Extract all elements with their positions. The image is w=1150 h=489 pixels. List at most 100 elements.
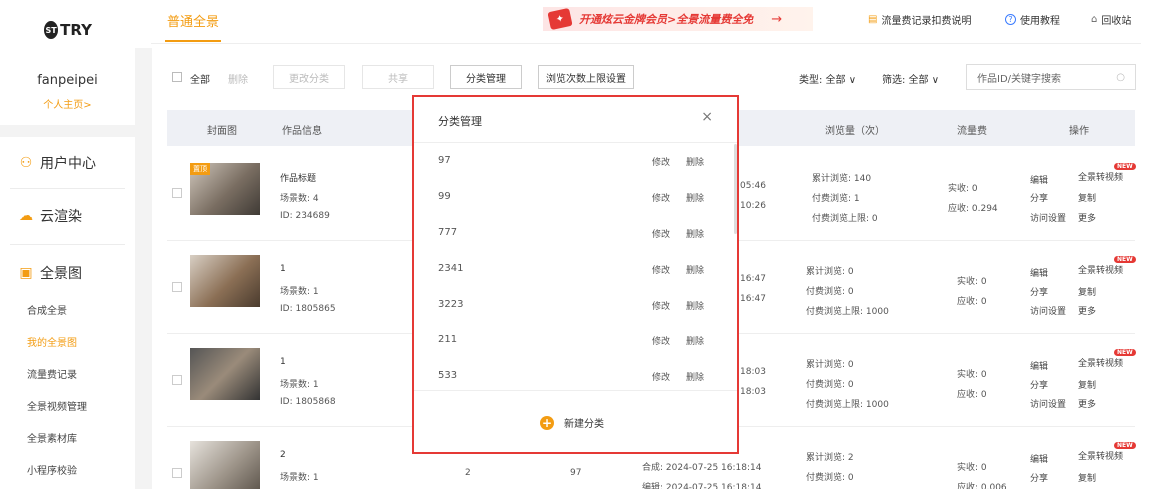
row-title: 2 [280,450,286,460]
row-scenes: 场景数: 4 [280,194,319,204]
new-category-button[interactable]: + 新建分类 [540,415,604,430]
to-video-link[interactable]: 全景转视频 [1078,356,1123,369]
topbar: 普通全景 ✦ 开通炫云金牌会员>全景流量费全免 → ▤ 流量费记录扣费说明 ? … [135,0,1150,48]
category-edit-button[interactable]: 修改 [652,155,670,168]
link-label: 流量费记录扣费说明 [881,16,972,27]
chevron-down-icon: ∨ [931,75,940,86]
dialog-scrollbar[interactable] [734,144,737,234]
category-delete-button[interactable]: 删除 [686,334,704,347]
copy-link[interactable]: 复制 [1078,191,1096,204]
category-name: 99 [438,191,451,202]
tutorial-link[interactable]: ? 使用教程 [1005,12,1060,27]
edit-link[interactable]: 编辑 [1030,173,1048,186]
category-edit-button[interactable]: 修改 [652,227,670,240]
sidebar-item-panorama[interactable]: ▣ 全景图 [18,263,82,283]
category-delete-button[interactable]: 删除 [686,299,704,312]
category-manage-button[interactable]: 分类管理 [450,65,522,89]
chevron-down-icon: ∨ [848,75,857,86]
delete-button[interactable]: 删除 [228,71,248,86]
category-delete-button[interactable]: 删除 [686,191,704,204]
category-edit-button[interactable]: 修改 [652,191,670,204]
sidebar-subitem-my-panoramas[interactable]: 我的全景图 [27,334,77,349]
sidebar-item-cloud-render[interactable]: ☁ 云渲染 [18,206,82,226]
edit-link[interactable]: 编辑 [1030,266,1048,279]
search-icon: ○ [1116,71,1125,83]
row-id: ID: 234689 [280,211,330,221]
trash-icon: ⌂ [1091,14,1098,25]
tab-normal-panorama[interactable]: 普通全景 [167,11,219,30]
more-link[interactable]: 更多 [1078,304,1096,317]
search-placeholder: 作品ID/关键字搜索 [977,73,1062,85]
sidebar-subitem-miniprogram-check[interactable]: 小程序校验 [27,462,77,477]
row-checkbox[interactable] [172,468,182,478]
category-name: 211 [438,334,458,345]
logo[interactable]: ST TRY [44,17,92,43]
more-link[interactable]: 更多 [1078,397,1096,410]
select-all-checkbox[interactable] [172,72,182,82]
edit-link[interactable]: 编辑 [1030,452,1048,465]
cover-thumbnail[interactable] [190,441,260,489]
to-video-link[interactable]: 全景转视频 [1078,449,1123,462]
change-category-button[interactable]: 更改分类 [273,65,345,89]
category-edit-button[interactable]: 修改 [652,263,670,276]
more-link[interactable]: 更多 [1078,211,1096,224]
traffic-fee-explain-link[interactable]: ▤ 流量费记录扣费说明 [868,12,971,27]
copy-link[interactable]: 复制 [1078,285,1096,298]
share-link[interactable]: 分享 [1030,471,1048,484]
sidebar-item-user-center[interactable]: ⚇ 用户中心 [18,153,96,173]
homepage-link[interactable]: 个人主页> [0,96,135,111]
category-delete-button[interactable]: 删除 [686,263,704,276]
recycle-bin-link[interactable]: ⌂ 回收站 [1091,12,1131,27]
category-edit-button[interactable]: 修改 [652,370,670,383]
sidebar-item-label: 用户中心 [40,156,96,172]
screen-filter[interactable]: 筛选: 全部 ∨ [882,71,939,86]
copy-link[interactable]: 复制 [1078,471,1096,484]
to-video-link[interactable]: 全景转视频 [1078,170,1123,183]
share-link[interactable]: 分享 [1030,378,1048,391]
category-edit-button[interactable]: 修改 [652,334,670,347]
category-name: 533 [438,370,458,381]
row-scenes: 场景数: 1 [280,473,319,483]
access-settings-link[interactable]: 访问设置 [1030,304,1066,317]
close-icon[interactable]: × [701,109,713,125]
cover-thumbnail[interactable] [190,348,260,400]
row-due: 应收: 0.294 [948,204,998,214]
category-delete-button[interactable]: 删除 [686,370,704,383]
sidebar-subitem-compose[interactable]: 合成全景 [27,302,67,317]
sidebar-item-label: 云渲染 [40,209,82,225]
row-checkbox[interactable] [172,188,182,198]
to-video-link[interactable]: 全景转视频 [1078,263,1123,276]
tab-underline [165,40,221,42]
row-actual: 实收: 0 [957,463,987,473]
category-row: 2341 修改 删除 [438,263,713,283]
row-checkbox[interactable] [172,282,182,292]
category-delete-button[interactable]: 删除 [686,227,704,240]
row-checkbox[interactable] [172,375,182,385]
share-button[interactable]: 共享 [362,65,434,89]
category-delete-button[interactable]: 删除 [686,155,704,168]
row-actual: 实收: 0 [948,184,978,194]
cover-thumbnail[interactable] [190,255,260,307]
copy-link[interactable]: 复制 [1078,378,1096,391]
browse-limit-button[interactable]: 浏览次数上限设置 [538,65,634,89]
sidebar-subitem-traffic-records[interactable]: 流量费记录 [27,366,77,381]
search-input[interactable]: 作品ID/关键字搜索 ○ [966,64,1136,90]
header-views: 浏览量（次） [825,126,885,137]
promo-banner[interactable]: ✦ 开通炫云金牌会员>全景流量费全免 → [543,7,813,31]
type-filter[interactable]: 类型: 全部 ∨ [799,71,856,86]
sidebar-subitem-material-library[interactable]: 全景素材库 [27,430,77,445]
share-link[interactable]: 分享 [1030,191,1048,204]
header-actions: 操作 [1069,126,1089,137]
select-all-label[interactable]: 全部 [190,71,210,86]
access-settings-link[interactable]: 访问设置 [1030,397,1066,410]
share-link[interactable]: 分享 [1030,285,1048,298]
sidebar-item-label: 全景图 [40,266,82,282]
cover-thumbnail[interactable]: 置顶 [190,163,260,215]
user-icon: ⚇ [19,155,33,171]
new-badge: NEW [1114,256,1136,263]
category-edit-button[interactable]: 修改 [652,299,670,312]
row-total-views: 累计浏览: 0 [806,267,854,277]
access-settings-link[interactable]: 访问设置 [1030,211,1066,224]
sidebar-subitem-video-manage[interactable]: 全景视频管理 [27,398,87,413]
edit-link[interactable]: 编辑 [1030,359,1048,372]
